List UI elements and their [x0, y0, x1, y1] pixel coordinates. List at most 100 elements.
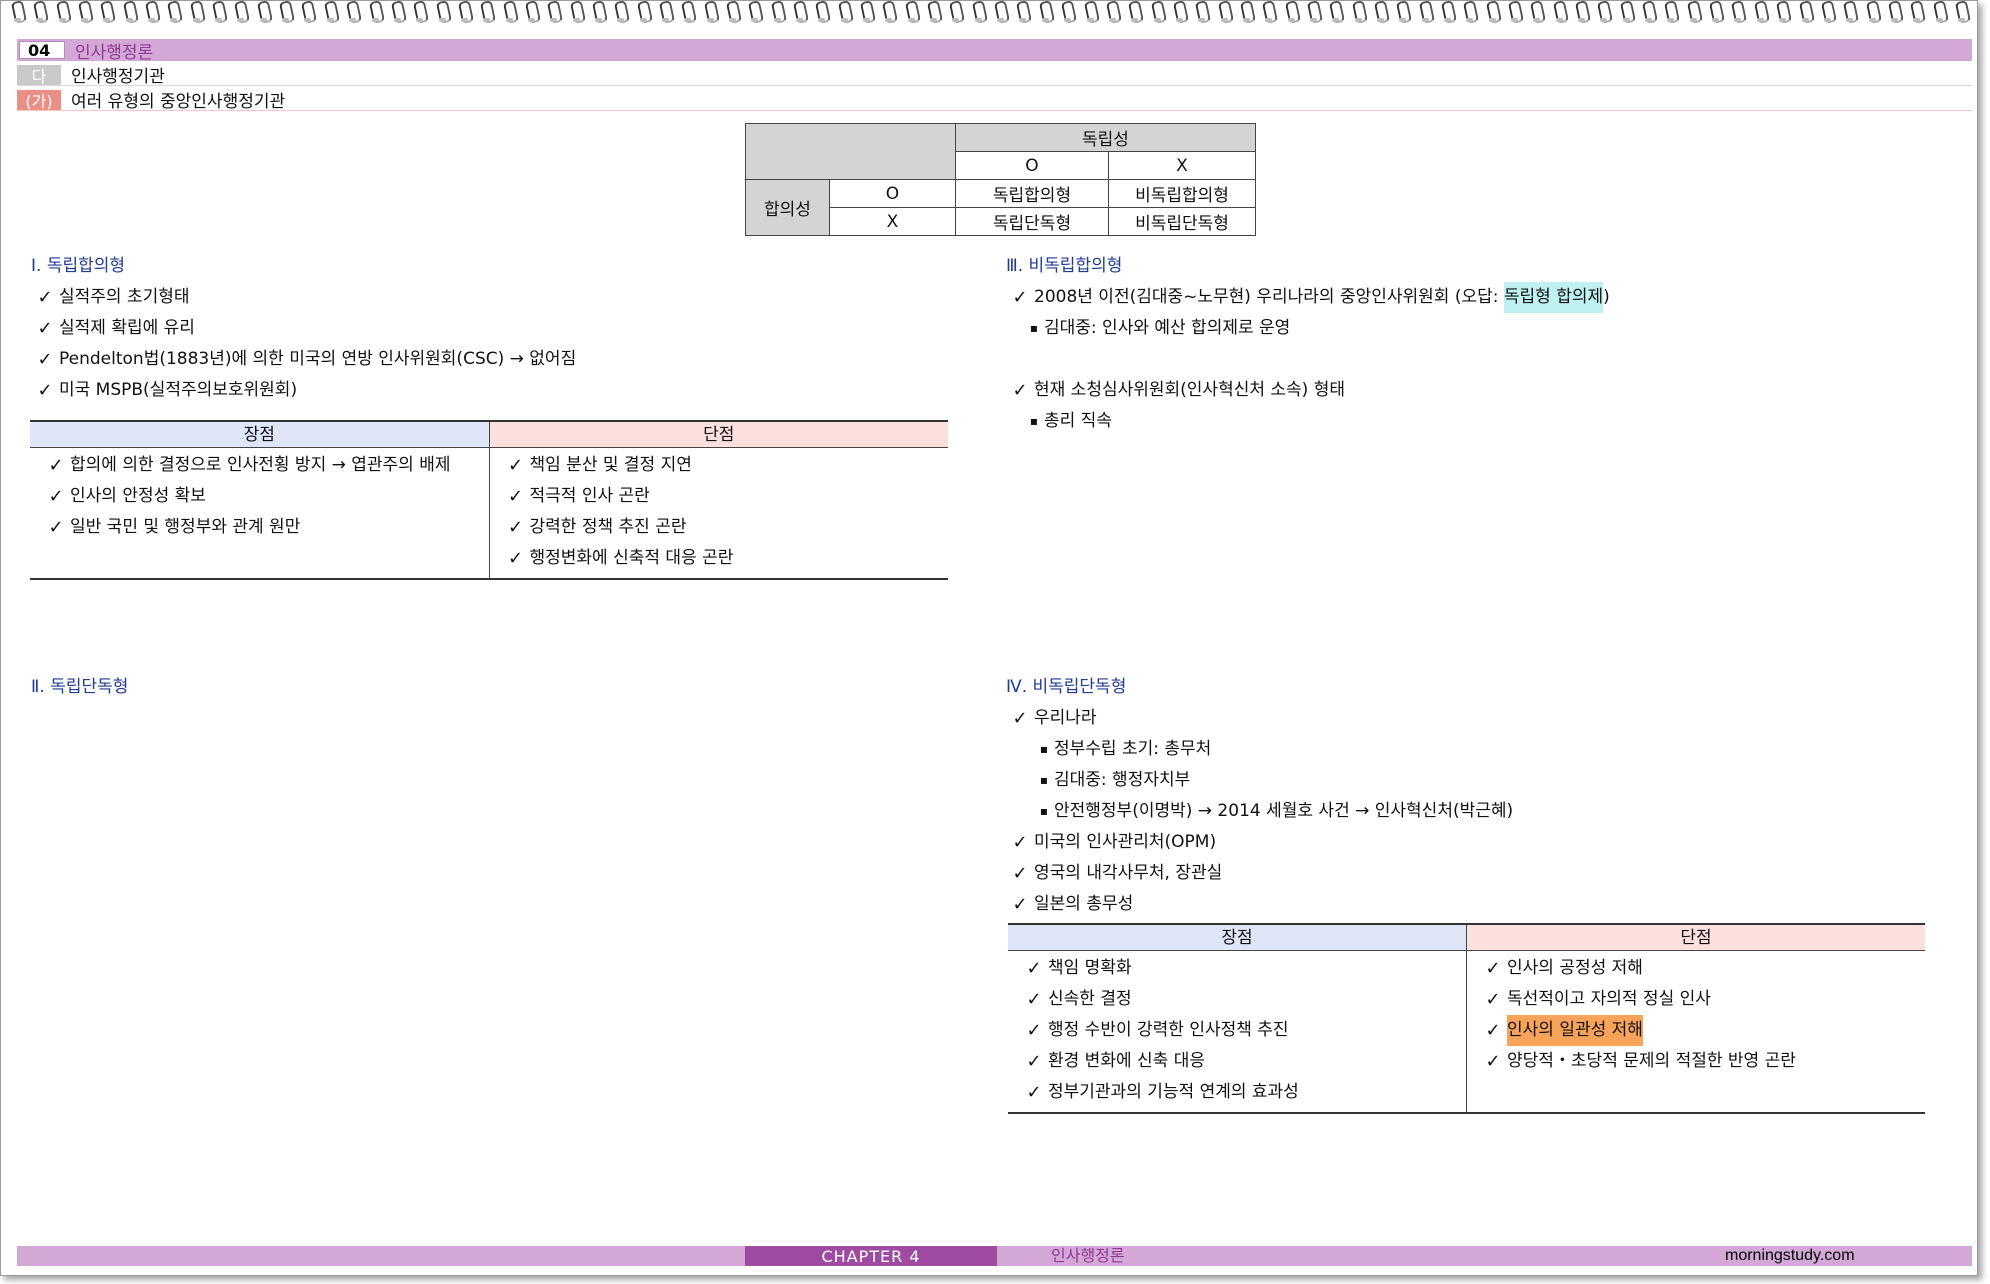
- section-title: Ⅳ. 비독립단독형: [1006, 677, 1127, 697]
- spiral-ring-icon: [547, 1, 561, 25]
- spiral-ring-icon: [1441, 1, 1455, 25]
- section-title: 인사행정기관: [71, 67, 165, 87]
- spiral-ring-icon: [1039, 1, 1053, 25]
- pros-item: ✓ 책임 명확화: [1020, 953, 1466, 984]
- spiral-ring-icon: [815, 1, 829, 25]
- spiral-ring-icon: [927, 1, 941, 25]
- spiral-ring-icon: [56, 1, 70, 25]
- matrix-corner: [745, 123, 956, 180]
- spiral-ring-icon: [905, 1, 919, 25]
- spiral-ring-icon: [1151, 1, 1165, 25]
- spiral-ring-icon: [257, 1, 271, 25]
- spiral-ring-icon: [1262, 1, 1276, 25]
- spiral-ring-icon: [1754, 1, 1768, 25]
- check-icon: ✓: [507, 486, 524, 507]
- list-item: ✓ 미국의 인사관리처(OPM): [1006, 827, 1966, 858]
- spiral-ring-icon: [1955, 1, 1969, 25]
- spiral-ring-icon: [503, 1, 517, 25]
- spiral-ring-icon: [771, 1, 785, 25]
- check-icon: ✓: [37, 318, 53, 339]
- pros-item: ✓ 신속한 결정: [1020, 984, 1466, 1015]
- spiral-ring-icon: [1866, 1, 1880, 25]
- spiral-ring-icon: [1173, 1, 1187, 25]
- section-dependent-single: Ⅳ. 비독립단독형 ✓ 우리나라 ▪ 정부수립 초기: 총무처 ▪ 김대중: 행정자치…: [1006, 672, 1966, 920]
- pros-cons-table-2: 장점 ✓ 책임 명확화 ✓ 신속한 결정 ✓ 행정 수반이 강력한 인사정책 추진 ✓…: [1008, 923, 1925, 1114]
- check-icon: ✓: [1485, 989, 1501, 1010]
- spiral-ring-icon: [1486, 1, 1500, 25]
- highlight-consistency: 인사의 일관성 저해: [1507, 1015, 1643, 1046]
- spiral-ring-icon: [1642, 1, 1656, 25]
- spiral-ring-icon: [1687, 1, 1701, 25]
- cons-column: 단점 ✓ 책임 분산 및 결정 지연 ✓ 적극적 인사 곤란 ✓ 강력한 정책 추진 …: [488, 422, 949, 578]
- check-icon: ✓: [1012, 708, 1028, 729]
- spiral-ring-icon: [659, 1, 673, 25]
- bullet-icon: ▪: [1029, 414, 1039, 428]
- spiral-ring-icon: [145, 1, 159, 25]
- cons-header: 단점: [1467, 925, 1925, 951]
- list-item: ✓ 우리나라: [1006, 703, 1966, 734]
- spiral-ring-icon: [1776, 1, 1790, 25]
- spiral-ring-icon: [1463, 1, 1477, 25]
- cons-item: ✓ 책임 분산 및 결정 지연: [502, 450, 949, 481]
- spiral-ring-icon: [994, 1, 1008, 25]
- bullet-icon: ▪: [1039, 804, 1049, 818]
- pros-item: ✓ 정부기관과의 기능적 연계의 효과성: [1020, 1077, 1466, 1108]
- spiral-ring-icon: [1106, 1, 1120, 25]
- spiral-ring-icon: [1933, 1, 1947, 25]
- list-item: ✓ 실적제 확립에 유리: [31, 313, 951, 344]
- spiral-ring-icon: [279, 1, 293, 25]
- spiral-ring-icon: [1419, 1, 1433, 25]
- spiral-ring-icon: [949, 1, 963, 25]
- cons-item: ✓ 인사의 일관성 저해: [1479, 1015, 1925, 1046]
- check-icon: ✓: [1026, 989, 1042, 1010]
- matrix-row-o: O: [829, 179, 956, 208]
- sub-list-item: ▪ 김대중: 행정자치부: [1006, 765, 1966, 796]
- cons-header: 단점: [489, 422, 948, 448]
- chapter-number: 04: [19, 41, 65, 60]
- check-icon: ✓: [1012, 894, 1028, 915]
- pros-item: ✓ 합의에 의한 결정으로 인사전횡 방지 → 엽관주의 배제: [42, 450, 489, 481]
- subsection-header: (가) 여러 유형의 중앙인사행정기관: [17, 89, 1972, 112]
- pros-column: 장점 ✓ 합의에 의한 결정으로 인사전횡 방지 → 엽관주의 배제 ✓ 인사의 안…: [30, 422, 489, 578]
- spiral-ring-icon: [614, 1, 628, 25]
- check-icon: ✓: [48, 486, 64, 507]
- check-icon: ✓: [507, 548, 524, 569]
- check-icon: ✓: [37, 380, 53, 401]
- list-item: ✓ Pendelton법(1883년)에 의한 미국의 연방 인사위원회(CSC)…: [31, 344, 951, 375]
- matrix-cell-ox: 비독립합의형: [1108, 179, 1256, 208]
- check-icon: ✓: [1485, 1051, 1501, 1072]
- pros-column: 장점 ✓ 책임 명확화 ✓ 신속한 결정 ✓ 행정 수반이 강력한 인사정책 추진 ✓…: [1008, 925, 1466, 1112]
- spiral-ring-icon: [1821, 1, 1835, 25]
- spiral-ring-icon: [1329, 1, 1343, 25]
- spiral-ring-icon: [525, 1, 539, 25]
- section-title: Ⅲ. 비독립합의형: [1006, 256, 1123, 276]
- spiral-ring-icon: [480, 1, 494, 25]
- check-icon: ✓: [507, 455, 524, 476]
- spiral-ring-icon: [1016, 1, 1030, 25]
- spiral-ring-icon: [436, 1, 450, 25]
- list-item: ✓ 영국의 내각사무처, 장관실: [1006, 858, 1966, 889]
- check-icon: ✓: [1026, 1020, 1042, 1041]
- spiral-ring-icon: [681, 1, 695, 25]
- matrix-cell-xo: 독립단독형: [955, 207, 1109, 236]
- sub-list-item: ▪ 김대중: 인사와 예산 합의제로 운영: [1006, 313, 1966, 344]
- bullet-icon: ▪: [1029, 321, 1039, 335]
- cons-item: ✓ 행정변화에 신축적 대응 곤란: [502, 543, 949, 574]
- spiral-ring-icon: [882, 1, 896, 25]
- type-matrix-table: 독립성 O X 합의성 O 독립합의형 비독립합의형 X 독립단독형 비독립단독…: [745, 123, 1256, 236]
- chapter-title: 인사행정론: [75, 42, 154, 63]
- page: 04 인사행정론 다 인사행정기관 (가) 여러 유형의 중앙인사행정기관 독립…: [0, 0, 1978, 1276]
- matrix-row-x: X: [829, 207, 956, 236]
- spiral-ring-icon: [301, 1, 315, 25]
- spiral-ring-icon: [1285, 1, 1299, 25]
- spiral-ring-icon: [1508, 1, 1522, 25]
- matrix-col-o: O: [955, 151, 1109, 180]
- cons-item: ✓ 인사의 공정성 저해: [1479, 953, 1925, 984]
- spiral-ring-icon: [391, 1, 405, 25]
- spiral-ring-icon: [1731, 1, 1745, 25]
- cons-item: ✓ 양당적・초당적 문제의 적절한 반영 곤란: [1479, 1046, 1925, 1077]
- check-icon: ✓: [1026, 1051, 1042, 1072]
- cons-column: 단점 ✓ 인사의 공정성 저해 ✓ 독선적이고 자의적 정실 인사 ✓ 인사의 일관성…: [1466, 925, 1925, 1112]
- footer-chapter: CHAPTER 4: [745, 1246, 997, 1266]
- subsection-title: 여러 유형의 중앙인사행정기관: [71, 92, 286, 112]
